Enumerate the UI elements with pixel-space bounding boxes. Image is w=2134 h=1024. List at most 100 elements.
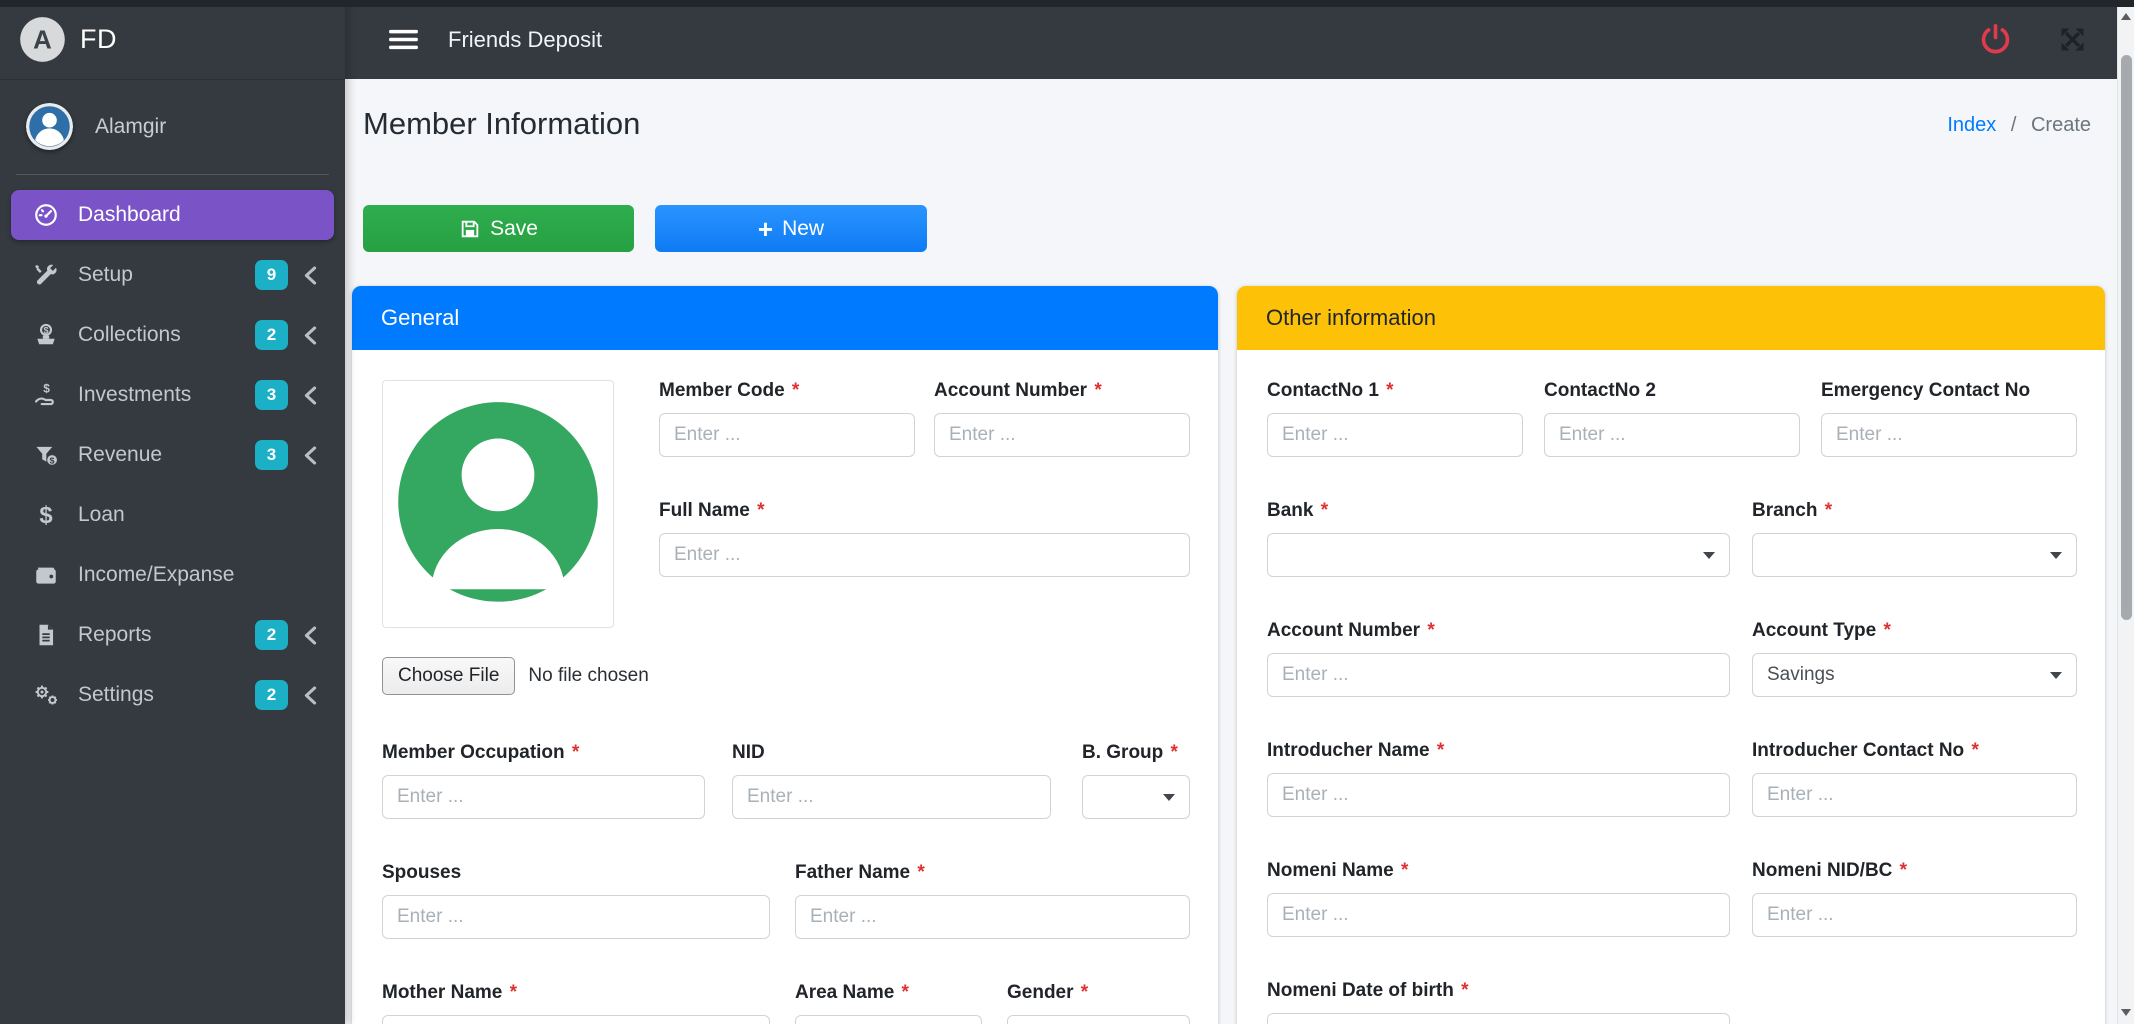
chevron-left-icon	[303, 266, 318, 285]
app-window: A FD Alamgir Dashboard Setup 9 $Collections…	[0, 0, 2134, 1024]
nomeni-dob-field: Nomeni Date of birth *	[1267, 980, 1730, 1024]
gender-field: Gender *	[1007, 982, 1190, 1024]
member-code-input[interactable]	[659, 413, 915, 457]
introducher-name-input[interactable]	[1267, 773, 1730, 817]
window-top-edge	[0, 0, 2134, 7]
svg-text:$: $	[43, 382, 50, 395]
required-asterisk: *	[1165, 742, 1178, 763]
badge-count: 3	[255, 440, 288, 470]
scroll-up-icon[interactable]	[2118, 7, 2134, 26]
full-name-input[interactable]	[659, 533, 1190, 577]
sidebar-item-label: Settings	[78, 683, 154, 707]
hamburger-menu-icon[interactable]	[385, 24, 422, 55]
bank-select[interactable]	[1267, 533, 1730, 577]
nid-field: NID	[732, 742, 1051, 819]
save-button[interactable]: Save	[363, 205, 634, 252]
nomeni-name-label: Nomeni Name *	[1267, 860, 1730, 882]
emergency-contact-no-label: Emergency Contact No	[1821, 380, 2077, 402]
account-type-field: Account Type *Savings	[1752, 620, 2077, 697]
required-asterisk: *	[912, 862, 925, 883]
full-name-label: Full Name *	[659, 500, 1190, 522]
area-name-input[interactable]	[795, 1015, 982, 1024]
required-asterisk: *	[1456, 980, 1469, 1001]
sidebar-item-label: Investments	[78, 383, 191, 407]
sidebar-item-revenue[interactable]: $Revenue3	[11, 430, 334, 480]
badge-count: 9	[255, 260, 288, 290]
sidebar-item-investments[interactable]: $Investments3	[11, 370, 334, 420]
mother-name-label: Mother Name *	[382, 982, 770, 1004]
sidebar-item-reports[interactable]: Reports2	[11, 610, 334, 660]
sidebar-item-label: Reports	[78, 623, 152, 647]
nomeni-nid-bc-input[interactable]	[1752, 893, 2077, 937]
mother-name-field: Mother Name *	[382, 982, 770, 1024]
contact-no-1-label: ContactNo 1 *	[1267, 380, 1523, 402]
account-number-input[interactable]	[1267, 653, 1730, 697]
branch-select[interactable]	[1752, 533, 2077, 577]
required-asterisk: *	[567, 742, 580, 763]
svg-text:A: A	[33, 26, 52, 54]
contact-no-1-input[interactable]	[1267, 413, 1523, 457]
required-asterisk: *	[896, 982, 909, 1003]
badge-count: 2	[255, 680, 288, 710]
contact-no-2-label: ContactNo 2	[1544, 380, 1800, 402]
user-name[interactable]: Alamgir	[95, 115, 166, 139]
sidebar-item-label: Loan	[78, 503, 125, 527]
svg-text:$: $	[43, 325, 48, 335]
sidebar-item-loan[interactable]: $ Loan	[11, 490, 334, 540]
introducher-contact-no-label: Introducher Contact No *	[1752, 740, 2077, 762]
emergency-contact-no-input[interactable]	[1821, 413, 2077, 457]
member-occupation-input[interactable]	[382, 775, 705, 819]
navbar-actions	[1978, 22, 2088, 57]
required-asterisk: *	[1076, 982, 1089, 1003]
account-number-label: Account Number *	[1267, 620, 1730, 642]
account-number-input[interactable]	[934, 413, 1190, 457]
nomeni-date-of-birth-input[interactable]	[1267, 1013, 1730, 1024]
sidebar-item-dashboard[interactable]: Dashboard	[11, 190, 334, 240]
new-button[interactable]: + New	[655, 205, 927, 252]
b-group-select[interactable]	[1082, 775, 1190, 819]
father-name-field: Father Name *	[795, 862, 1190, 939]
sidebar-item-collections[interactable]: $Collections2	[11, 310, 334, 360]
tachometer-icon	[30, 202, 62, 228]
sidebar-item-setup[interactable]: Setup 9	[11, 250, 334, 300]
spouses-field: Spouses	[382, 862, 770, 939]
sidebar-item-income-expanse[interactable]: Income/Expanse	[11, 550, 334, 600]
blood-group-field: B. Group *	[1082, 742, 1190, 819]
brand[interactable]: A FD	[0, 0, 345, 80]
member-occupation-label: Member Occupation *	[382, 742, 705, 764]
member-photo-preview	[382, 380, 614, 628]
required-asterisk: *	[1381, 380, 1394, 401]
contact-no-2-input[interactable]	[1544, 413, 1800, 457]
member-occupation-field: Member Occupation *	[382, 742, 705, 819]
required-asterisk: *	[1878, 620, 1891, 641]
scroll-down-icon[interactable]	[2118, 1003, 2134, 1022]
nomeni-name-input[interactable]	[1267, 893, 1730, 937]
nid-input[interactable]	[732, 775, 1051, 819]
expand-arrows-icon[interactable]	[2057, 24, 2088, 55]
sidebar: A FD Alamgir Dashboard Setup 9 $Collections…	[0, 0, 345, 1024]
introducher-contact-no-input[interactable]	[1752, 773, 2077, 817]
breadcrumb-index-link[interactable]: Index	[1947, 114, 1996, 136]
breadcrumb: Index / Create	[1947, 114, 2091, 137]
contact-no-2-field: ContactNo 2	[1544, 380, 1800, 457]
caret-down-icon	[1703, 552, 1715, 559]
user-avatar[interactable]	[26, 103, 73, 150]
power-icon[interactable]	[1978, 22, 2013, 57]
sidebar-nav: DashboardSetup9$Collections2$Investments…	[0, 175, 345, 720]
sidebar-item-settings[interactable]: Settings 2	[11, 670, 334, 720]
choose-file-button[interactable]: Choose File	[382, 657, 515, 695]
nid-label: NID	[732, 742, 1051, 764]
scrollbar-thumb[interactable]	[2121, 55, 2132, 620]
spouses-input[interactable]	[382, 895, 770, 939]
required-asterisk: *	[1894, 860, 1907, 881]
dollar-sign-icon: $	[30, 502, 62, 528]
area-name-label: Area Name *	[795, 982, 982, 1004]
gender-select[interactable]	[1007, 1015, 1190, 1024]
father-name-input[interactable]	[795, 895, 1190, 939]
mother-name-input[interactable]	[382, 1015, 770, 1024]
area-name-field: Area Name *	[795, 982, 982, 1024]
vertical-scrollbar[interactable]	[2117, 0, 2134, 1024]
chevron-left-icon	[303, 386, 318, 405]
sidebar-item-label: Setup	[78, 263, 133, 287]
account-type-select[interactable]: Savings	[1752, 653, 2077, 697]
